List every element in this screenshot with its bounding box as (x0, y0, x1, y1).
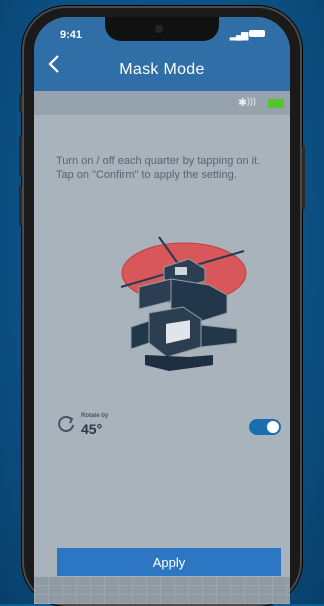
toggle-knob (267, 421, 279, 433)
mute-switch (19, 94, 22, 112)
apply-button[interactable]: Apply (57, 548, 281, 576)
device-battery-icon (268, 99, 284, 108)
bluetooth-icon: ✱ (238, 97, 248, 109)
status-time: 9:41 (60, 29, 83, 41)
floor-grid-decoration (34, 577, 290, 604)
camera-icon (155, 25, 163, 33)
rotate-icon[interactable] (56, 414, 76, 434)
bluetooth-waves-icon: ))) (247, 96, 256, 106)
signal-bars-icon: ▂▄▆ (230, 30, 248, 40)
page-title: Mask Mode (119, 61, 205, 78)
nav-bar: Mask Mode (34, 47, 290, 91)
notch (105, 17, 219, 41)
app-screen: 9:41 ▂▄▆ Mask Mode ✱ ))) Turn on / off e… (34, 17, 290, 604)
status-bar: 9:41 ▂▄▆ (34, 17, 290, 47)
instruction-text: Turn on / off each quarter by tapping on… (56, 155, 261, 181)
device-status-bar: ✱ ))) (34, 91, 290, 115)
power-button (302, 146, 305, 210)
rotate-label: Rotate by (81, 413, 109, 419)
rotate-value: 45° (81, 421, 103, 437)
volume-up-button (19, 136, 22, 176)
mask-toggle[interactable] (249, 419, 281, 435)
battery-icon (249, 30, 265, 37)
volume-down-button (19, 186, 22, 226)
laser-level-illustration[interactable] (109, 229, 249, 379)
